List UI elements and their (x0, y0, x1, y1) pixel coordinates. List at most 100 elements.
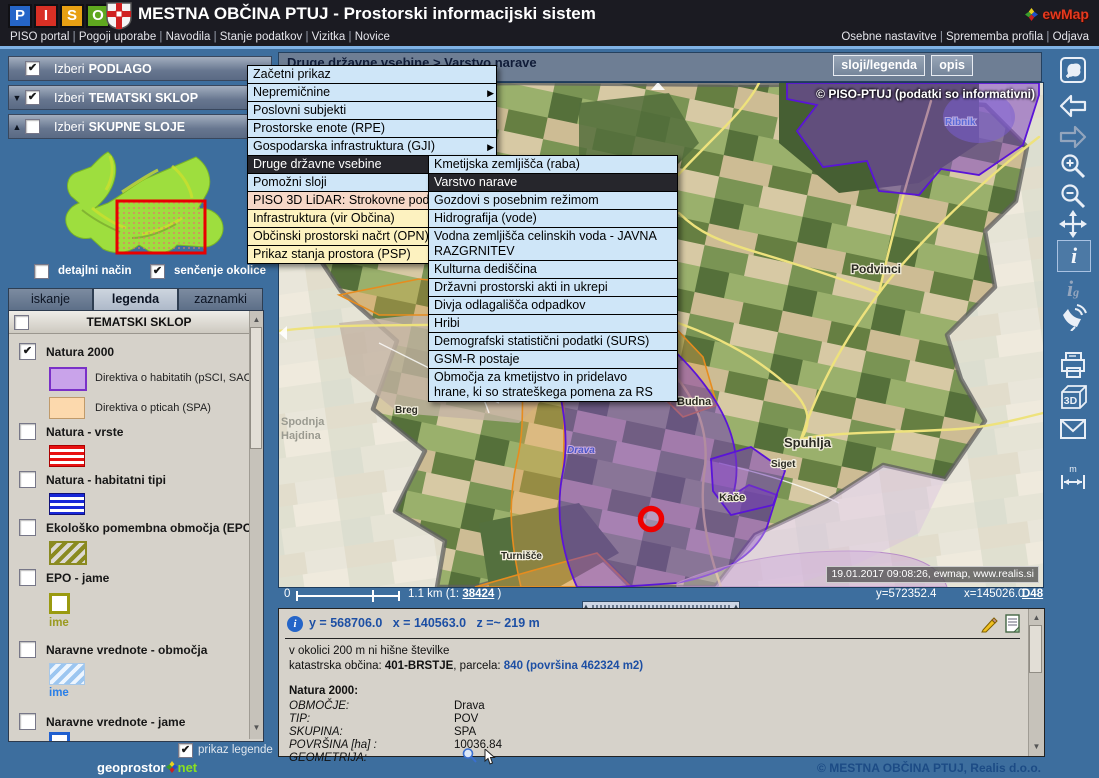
nav-odjava[interactable]: Odjava (1046, 31, 1089, 43)
info-scroll-down-icon[interactable]: ▼ (1030, 741, 1043, 753)
legend-item-label: Natura - habitatni tipi (46, 473, 166, 487)
expand-arrow-icon[interactable]: ▲ (9, 122, 25, 132)
skupne-checkbox[interactable] (25, 119, 40, 134)
sloji-legenda-button[interactable]: sloji/legenda (833, 55, 925, 76)
submenu-item-hribi[interactable]: Hribi (429, 315, 677, 333)
previous-view-button[interactable] (1057, 91, 1089, 121)
submenu-item-vodna-zemljisca[interactable]: Vodna zemljišča celinskih voda - JAVNA R… (429, 228, 677, 261)
submenu-item-drzavni-akti[interactable]: Državni prostorski akti in ukrepi (429, 279, 677, 297)
gps-button[interactable] (1057, 302, 1089, 332)
menu-item-gji[interactable]: Gospodarska infrastruktura (GJI)▶ (248, 138, 496, 156)
print-button[interactable] (1057, 350, 1089, 380)
pan-north-icon[interactable] (651, 82, 665, 90)
nav-sprememba-profila[interactable]: Sprememba profila (940, 31, 1043, 43)
parcel-link[interactable]: 840 (površina 462324 m2) (504, 660, 643, 672)
info-scrollbar-thumb[interactable] (1029, 625, 1042, 673)
natura-vrste-checkbox[interactable] (19, 423, 36, 440)
legend-item-nv-obmocja[interactable]: Naravne vrednote - območja (19, 641, 207, 658)
tab-zaznamki[interactable]: zaznamki (178, 288, 263, 311)
geoprostor-logo[interactable]: geoprostornet (97, 760, 197, 775)
nav-pogoji-uporabe[interactable]: Pogoji uporabe (73, 31, 157, 43)
submenu-item-demografski-podatki[interactable]: Demografski statistični podatki (SURS) (429, 333, 677, 351)
podlago-checkbox[interactable]: ✔ (25, 61, 40, 76)
tematski-sklop-all-checkbox[interactable] (14, 315, 29, 330)
legend-scrollbar-thumb[interactable] (250, 327, 262, 449)
legend-item-nv-jame[interactable]: Naravne vrednote - jame (19, 713, 185, 730)
legend-item-natura2000[interactable]: ✔ Natura 2000 (19, 343, 114, 360)
scale-ratio-link[interactable]: 38424 (462, 588, 494, 600)
nav-piso-portal[interactable]: PISO portal (10, 31, 69, 43)
nv-obmocja-checkbox[interactable] (19, 641, 36, 658)
nv-jame-checkbox[interactable] (19, 713, 36, 730)
epo-checkbox[interactable] (19, 519, 36, 536)
cursor-y-coordinate: y=572352.4 (876, 588, 936, 600)
notes-icon[interactable] (1004, 614, 1022, 633)
measure-button[interactable]: m (1057, 462, 1089, 492)
full-extent-button[interactable] (1057, 55, 1089, 85)
habitatni-tipi-checkbox[interactable] (19, 471, 36, 488)
send-mail-button[interactable] (1057, 414, 1089, 444)
piso-logo[interactable]: PISO (8, 4, 112, 28)
next-view-button[interactable] (1057, 122, 1089, 152)
epo-jame-checkbox[interactable] (19, 569, 36, 586)
menu-item-poslovni-subjekti[interactable]: Poslovni subjekti (248, 102, 496, 120)
pan-button[interactable] (1057, 209, 1089, 239)
info-scroll-up-icon[interactable]: ▲ (1030, 612, 1043, 624)
natura2000-checkbox[interactable]: ✔ (19, 343, 36, 360)
submenu-item-divja-odlagalisca[interactable]: Divja odlagališča odpadkov (429, 297, 677, 315)
prikaz-legende-checkbox[interactable]: ✔ (178, 743, 193, 758)
pan-west-icon[interactable] (279, 326, 287, 340)
legend-scroll-down-icon[interactable]: ▼ (250, 722, 263, 734)
tab-legenda[interactable]: legenda (93, 288, 178, 311)
attribute-value: POV (454, 713, 478, 725)
legend-item-natura-vrste[interactable]: Natura - vrste (19, 423, 123, 440)
legend-item-epo-jame[interactable]: EPO - jame (19, 569, 109, 586)
view-3d-button[interactable]: 3D (1057, 382, 1089, 412)
submenu-item-kulturna-dediscina[interactable]: Kulturna dediščina (429, 261, 677, 279)
sencenje-okolice-checkbox[interactable]: ✔ (150, 264, 165, 279)
pan-icon (1059, 210, 1087, 238)
nav-novice[interactable]: Novice (349, 31, 390, 43)
nav-osebne-nastavitve[interactable]: Osebne nastavitve (841, 31, 936, 43)
nav-navodila[interactable]: Navodila (159, 31, 210, 43)
submenu-item-varstvo-narave[interactable]: Varstvo narave (429, 174, 677, 192)
menu-item-zacetni-prikaz[interactable]: Začetni prikaz (248, 66, 496, 84)
opis-button[interactable]: opis (931, 55, 973, 76)
menu-item-nepremicnine[interactable]: Nepremičnine▶ (248, 84, 496, 102)
tematski-checkbox[interactable]: ✔ (25, 90, 40, 105)
overview-map[interactable] (22, 146, 250, 260)
label-ribnik: Ribnik (945, 117, 976, 128)
submenu-item-obmocja-kmetijstvo[interactable]: Območja za kmetijstvo in pridelavo hrane… (429, 369, 677, 401)
nav-vizitka[interactable]: Vizitka (305, 31, 345, 43)
submenu-item-hidrografija[interactable]: Hidrografija (vode) (429, 210, 677, 228)
legend-item-label: Ekološko pomembna območja (EPO) (46, 521, 256, 535)
legend-item-label: Natura - vrste (46, 425, 123, 439)
legend-scroll-up-icon[interactable]: ▲ (250, 314, 263, 326)
nv-obmocja-ime-label: ime (49, 687, 69, 699)
legend-item-habitatni-tipi[interactable]: Natura - habitatni tipi (19, 471, 166, 488)
submenu-item-kmetijska-zemljisca[interactable]: Kmetijska zemljišča (raba) (429, 156, 677, 174)
scale-tick (372, 590, 374, 602)
select-podlago-bar[interactable]: ✔ IzberiPODLAGO ▶ (8, 56, 272, 81)
edit-pencil-icon[interactable] (980, 615, 998, 633)
zoom-in-button[interactable] (1057, 151, 1089, 181)
zoom-to-geometry-icon[interactable] (461, 747, 478, 764)
overview-extent-rectangle[interactable] (117, 201, 205, 253)
top-nav-left: PISO portal Pogoji uporabe Navodila Stan… (10, 31, 390, 43)
identify-group-button[interactable]: ig (1057, 274, 1089, 304)
collapse-arrow-icon[interactable]: ▼ (9, 93, 25, 103)
zoom-out-button[interactable] (1057, 181, 1089, 211)
submenu-item-gozdovi[interactable]: Gozdovi s posebnim režimom (429, 192, 677, 210)
nv-jame-swatch (49, 732, 70, 742)
menu-item-prostorske-enote[interactable]: Prostorske enote (RPE) (248, 120, 496, 138)
nav-stanje-podatkov[interactable]: Stanje podatkov (214, 31, 303, 43)
legend-item-epo[interactable]: Ekološko pomembna območja (EPO) (19, 519, 256, 536)
identify-tool-button[interactable]: i (1057, 240, 1091, 272)
detajlni-nacin-checkbox[interactable] (34, 264, 49, 279)
submenu-item-gsm-r[interactable]: GSM-R postaje (429, 351, 677, 369)
epo-swatch (49, 541, 87, 565)
select-tematski-sklop-bar[interactable]: ▼ ✔ IzberiTEMATSKI SKLOP (8, 85, 272, 110)
datum-link[interactable]: D48 (1022, 588, 1043, 600)
tab-iskanje[interactable]: iskanje (8, 288, 93, 311)
select-skupni-sloji-bar[interactable]: ▲ IzberiSKUPNE SLOJE (8, 114, 272, 139)
